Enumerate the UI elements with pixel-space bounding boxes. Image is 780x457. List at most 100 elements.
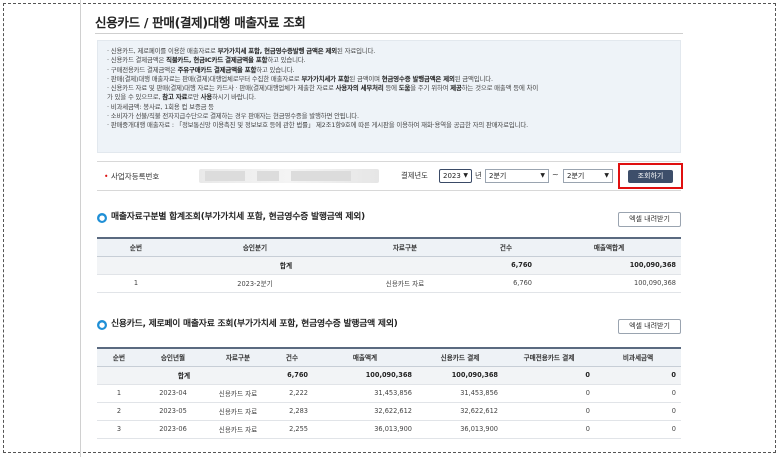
notice-emphasis: 도움 (398, 84, 411, 93)
search-button[interactable]: 조회하기 (628, 170, 673, 183)
sum-total: 100,090,368 (313, 366, 417, 385)
col-header: 구매전용카드 결제 (503, 348, 595, 367)
table-header-row: 순번 승인분기 자료구분 건수 매출액합계 (97, 238, 681, 257)
notice-text: · 비과세금액: 봉사료, 1회용 컵 보증금 등 (107, 102, 214, 111)
notice-text: 된 금액이며 (349, 74, 382, 83)
col-header: 건수 (475, 238, 537, 257)
table-row: 1 2023-04 신용카드 자료 2,222 31,453,856 31,45… (97, 384, 681, 403)
notice-text: · 구매전용카드 결제금액은 (107, 65, 178, 74)
notice-text: · 판매중개대행 매출자료 : 「정보통신망 이용촉진 및 정보보호 등에 관한… (107, 121, 528, 130)
col-header: 건수 (271, 348, 313, 367)
row-month: 2023-06 (141, 420, 205, 439)
row-card: 36,013,900 (417, 420, 503, 439)
notice-emphasis: 제공 (450, 84, 462, 93)
col-header: 승인년월 (141, 348, 205, 367)
table-header-row: 순번 승인년월 자료구분 건수 매출액계 신용카드 결제 구매전용카드 결제 비… (97, 348, 681, 367)
row-count: 2,222 (271, 384, 313, 403)
to-quarter-value: 2분기 (567, 172, 585, 180)
from-quarter-select[interactable]: 2분기 ▼ (485, 169, 549, 183)
notice-text: 하는 것으로 매출액 등에 차이 (461, 84, 539, 93)
year-label: 결제년도 (401, 171, 428, 180)
notice-text: 하고 있습니다. (256, 65, 295, 74)
col-header: 자료구분 (205, 348, 271, 367)
notice-line: · 소비자가 선불/직불 전자지급수단으로 결제하는 경우 판매자는 현금영수증… (107, 112, 671, 121)
table-sum-row: 합계 6,760 100,090,368 (97, 256, 681, 275)
notice-box: · 신용카드, 제로페이를 이용한 매출자료로 부가가치세 포함, 현금영수증발… (97, 40, 681, 153)
search-bar: • 사업자등록번호 결제년도 2023 ▼ 년 2분기 ▼ ~ 2분기 ▼ 조회… (97, 161, 683, 191)
row-total: 100,090,368 (537, 274, 681, 293)
notice-text: 된 금액입니다. (454, 74, 493, 83)
table-row: 2 2023-05 신용카드 자료 2,283 32,622,612 32,62… (97, 402, 681, 421)
monthly-sales-table: 순번 승인년월 자료구분 건수 매출액계 신용카드 결제 구매전용카드 결제 비… (97, 347, 681, 439)
year-suffix: 년 (475, 171, 482, 180)
notice-text: 하시기 바랍니다. (212, 93, 256, 102)
row-taxfree: 0 (595, 384, 681, 403)
row-no: 1 (97, 274, 175, 293)
row-month: 2023-05 (141, 402, 205, 421)
notice-text: · 소비자가 선불/직불 전자지급수단으로 결제하는 경우 판매자는 현금영수증… (107, 112, 359, 121)
notice-text: · 신용카드 결제금액은 (107, 56, 167, 65)
notice-text: 된 자료입니다. (337, 47, 376, 55)
notice-text: 로만 (187, 93, 201, 102)
col-header: 비과세금액 (595, 348, 681, 367)
col-header: 승인분기 (175, 238, 335, 257)
required-mark: • (104, 172, 109, 181)
notice-emphasis: 현금영수증 발행금액은 제외 (381, 74, 455, 83)
page-title: 신용카드 / 판매(결제)대행 매출자료 조회 (95, 15, 306, 30)
notice-line: · 구매전용카드 결제금액은 주유구매카드 결제금액을 포함하고 있습니다. (107, 66, 671, 75)
row-type: 신용카드 자료 (205, 420, 271, 439)
title-divider (95, 33, 683, 34)
sum-taxfree: 0 (595, 366, 681, 385)
row-total: 36,013,900 (313, 420, 417, 439)
row-type: 신용카드 자료 (205, 402, 271, 421)
sum-count: 6,760 (475, 256, 537, 275)
sum-card: 100,090,368 (417, 366, 503, 385)
year-select-value: 2023 (443, 172, 461, 180)
sum-total: 100,090,368 (537, 256, 681, 275)
chevron-down-icon: ▼ (604, 172, 609, 179)
section1-excel-download-button[interactable]: 엑셀 내려받기 (618, 212, 681, 227)
left-divider (80, 0, 81, 457)
sum-label: 합계 (97, 366, 271, 385)
table-sum-row: 합계 6,760 100,090,368 100,090,368 0 0 (97, 366, 681, 385)
notice-text: 을 주기 위하여 (410, 84, 451, 93)
row-no: 2 (97, 402, 141, 421)
section2-title-text: 신용카드, 제로페이 매출자료 조회(부가가치세 포함, 현금영수증 발행금액 … (111, 319, 398, 329)
row-no: 1 (97, 384, 141, 403)
row-total: 32,622,612 (313, 402, 417, 421)
from-quarter-value: 2분기 (489, 172, 507, 180)
col-header: 신용카드 결제 (417, 348, 503, 367)
search-button-highlight: 조회하기 (618, 163, 683, 189)
notice-emphasis: 참고 자료 (162, 93, 188, 102)
notice-text: 가 있을 수 있으므로, (107, 93, 163, 102)
section-bullet-icon: ● (97, 213, 107, 223)
notice-line: · 신용카드, 제로페이를 이용한 매출자료로 부가가치세 포함, 현금영수증발… (107, 47, 671, 56)
row-quarter: 2023-2분기 (175, 274, 335, 293)
row-taxfree: 0 (595, 402, 681, 421)
range-tilde: ~ (552, 170, 559, 179)
row-purchase: 0 (503, 384, 595, 403)
notice-text: · 신용카드, 제로페이를 이용한 매출자료로 (107, 47, 218, 55)
col-header: 순번 (97, 348, 141, 367)
row-card: 32,622,612 (417, 402, 503, 421)
row-purchase: 0 (503, 402, 595, 421)
row-count: 2,255 (271, 420, 313, 439)
notice-line: · 비과세금액: 봉사료, 1회용 컵 보증금 등 (107, 103, 671, 112)
chevron-down-icon: ▼ (540, 172, 545, 179)
row-month: 2023-04 (141, 384, 205, 403)
col-header: 매출액합계 (537, 238, 681, 257)
sum-purchase: 0 (503, 366, 595, 385)
section2-title: ● 신용카드, 제로페이 매출자료 조회(부가가치세 포함, 현금영수증 발행금액… (97, 316, 398, 330)
to-quarter-select[interactable]: 2분기 ▼ (563, 169, 613, 183)
notice-text: 등에 (383, 84, 399, 93)
notice-emphasis: 사용자의 세무처리 (335, 84, 384, 93)
biz-no-masked-field (199, 169, 379, 183)
row-no: 3 (97, 420, 141, 439)
row-type: 신용카드 자료 (205, 384, 271, 403)
notice-text: 하고 있습니다. (267, 56, 306, 65)
notice-emphasis: 부가가치세가 포함 (301, 74, 350, 83)
section2-excel-download-button[interactable]: 엑셀 내려받기 (618, 319, 681, 334)
year-select[interactable]: 2023 ▼ (439, 169, 472, 183)
row-type: 신용카드 자료 (335, 274, 475, 293)
sum-label: 합계 (97, 256, 475, 275)
